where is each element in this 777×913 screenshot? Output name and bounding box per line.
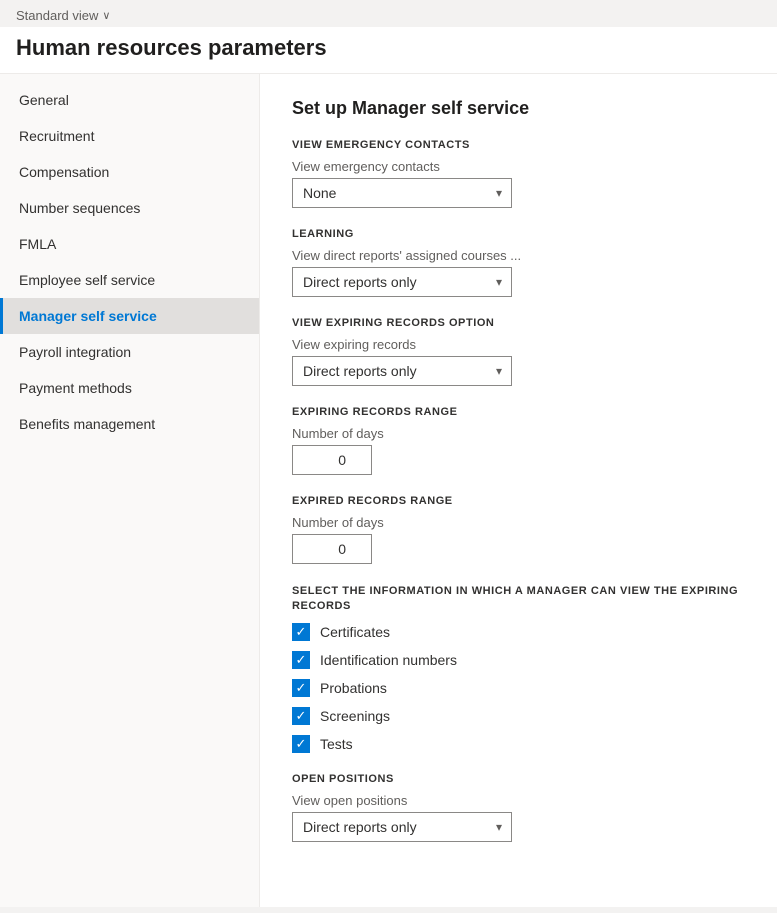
learning-select[interactable]: Direct reports only All reports None — [292, 267, 512, 297]
expired-records-range-label-upper: EXPIRED RECORDS RANGE — [292, 495, 745, 507]
checkbox-item-screenings[interactable]: ✓ Screenings — [292, 707, 745, 725]
sidebar-item-manager-self-service[interactable]: Manager self service — [0, 298, 259, 334]
check-icon: ✓ — [296, 653, 307, 666]
certificates-checkbox[interactable]: ✓ — [292, 623, 310, 641]
checkbox-group: ✓ Certificates ✓ Identification numbers … — [292, 623, 745, 753]
sidebar-item-employee-self-service[interactable]: Employee self service — [0, 262, 259, 298]
identification-numbers-checkbox[interactable]: ✓ — [292, 651, 310, 669]
sidebar-item-general[interactable]: General — [0, 82, 259, 118]
expiring-records-range-label: Number of days — [292, 426, 745, 441]
main-layout: General Recruitment Compensation Number … — [0, 74, 777, 907]
checkbox-item-probations[interactable]: ✓ Probations — [292, 679, 745, 697]
sidebar-item-payroll-integration[interactable]: Payroll integration — [0, 334, 259, 370]
view-expiring-records-label: View expiring records — [292, 337, 745, 352]
learning-select-wrapper: Direct reports only All reports None ▾ — [292, 267, 512, 297]
content-area: Set up Manager self service VIEW EMERGEN… — [260, 74, 777, 907]
expiring-records-range-label-upper: EXPIRING RECORDS RANGE — [292, 406, 745, 418]
check-icon: ✓ — [296, 681, 307, 694]
sidebar-item-fmla[interactable]: FMLA — [0, 226, 259, 262]
view-expiring-records-label-upper: VIEW EXPIRING RECORDS OPTION — [292, 317, 745, 329]
page-title: Human resources parameters — [0, 27, 777, 74]
view-emergency-contacts-group: VIEW EMERGENCY CONTACTS View emergency c… — [292, 139, 745, 208]
check-icon: ✓ — [296, 709, 307, 722]
check-icon: ✓ — [296, 625, 307, 638]
sidebar-item-payment-methods[interactable]: Payment methods — [0, 370, 259, 406]
expiring-records-range-group: EXPIRING RECORDS RANGE Number of days — [292, 406, 745, 475]
checkbox-item-tests[interactable]: ✓ Tests — [292, 735, 745, 753]
expired-records-range-label: Number of days — [292, 515, 745, 530]
sidebar-item-recruitment[interactable]: Recruitment — [0, 118, 259, 154]
checkbox-item-identification-numbers[interactable]: ✓ Identification numbers — [292, 651, 745, 669]
view-emergency-contacts-label-upper: VIEW EMERGENCY CONTACTS — [292, 139, 745, 151]
view-expiring-records-group: VIEW EXPIRING RECORDS OPTION View expiri… — [292, 317, 745, 386]
expired-records-range-input[interactable] — [292, 534, 372, 564]
open-positions-label: View open positions — [292, 793, 745, 808]
view-emergency-contacts-label: View emergency contacts — [292, 159, 745, 174]
tests-label: Tests — [320, 736, 353, 752]
chevron-down-icon: ∨ — [102, 9, 110, 22]
sidebar-item-compensation[interactable]: Compensation — [0, 154, 259, 190]
view-expiring-records-select[interactable]: Direct reports only All reports None — [292, 356, 512, 386]
check-icon: ✓ — [296, 737, 307, 750]
view-expiring-records-select-wrapper: Direct reports only All reports None ▾ — [292, 356, 512, 386]
open-positions-select[interactable]: Direct reports only All reports None — [292, 812, 512, 842]
checkbox-item-certificates[interactable]: ✓ Certificates — [292, 623, 745, 641]
open-positions-label-upper: OPEN POSITIONS — [292, 773, 745, 785]
learning-label-upper: LEARNING — [292, 228, 745, 240]
select-info-label: SELECT THE INFORMATION IN WHICH A MANAGE… — [292, 584, 745, 615]
screenings-label: Screenings — [320, 708, 390, 724]
sidebar-item-benefits-management[interactable]: Benefits management — [0, 406, 259, 442]
probations-checkbox[interactable]: ✓ — [292, 679, 310, 697]
identification-numbers-label: Identification numbers — [320, 652, 457, 668]
sidebar: General Recruitment Compensation Number … — [0, 74, 260, 907]
open-positions-select-wrapper: Direct reports only All reports None ▾ — [292, 812, 512, 842]
certificates-label: Certificates — [320, 624, 390, 640]
section-title: Set up Manager self service — [292, 98, 745, 119]
standard-view-label[interactable]: Standard view — [16, 8, 98, 23]
view-emergency-contacts-select-wrapper: None Direct reports only All reports ▾ — [292, 178, 512, 208]
select-info-group: SELECT THE INFORMATION IN WHICH A MANAGE… — [292, 584, 745, 753]
screenings-checkbox[interactable]: ✓ — [292, 707, 310, 725]
expiring-records-range-input[interactable] — [292, 445, 372, 475]
expired-records-range-group: EXPIRED RECORDS RANGE Number of days — [292, 495, 745, 564]
view-emergency-contacts-select[interactable]: None Direct reports only All reports — [292, 178, 512, 208]
sidebar-item-number-sequences[interactable]: Number sequences — [0, 190, 259, 226]
top-bar: Standard view ∨ — [0, 0, 777, 27]
learning-label: View direct reports' assigned courses ..… — [292, 248, 745, 263]
probations-label: Probations — [320, 680, 387, 696]
tests-checkbox[interactable]: ✓ — [292, 735, 310, 753]
open-positions-group: OPEN POSITIONS View open positions Direc… — [292, 773, 745, 842]
learning-group: LEARNING View direct reports' assigned c… — [292, 228, 745, 297]
